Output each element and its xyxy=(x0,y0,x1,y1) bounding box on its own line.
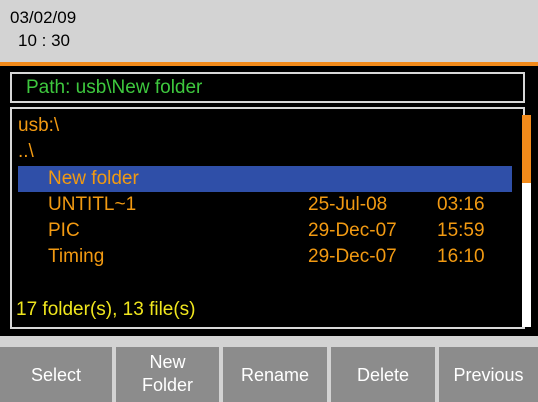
list-item-name: PIC xyxy=(48,220,80,241)
list-item-name: UNTITL~1 xyxy=(48,194,137,215)
list-item-parent-dir[interactable]: ..\ xyxy=(18,139,512,165)
header-date: 03/02/09 xyxy=(10,8,77,27)
folder-file-count: 17 folder(s), 13 file(s) xyxy=(16,299,196,320)
list-item-time: 16:10 xyxy=(437,246,485,267)
rename-button[interactable]: Rename xyxy=(223,347,327,402)
file-list: usb:\ ..\ New folder UNTITL~1 25-Jul-08 … xyxy=(10,107,531,329)
list-item-date: 29-Dec-07 xyxy=(308,220,397,241)
scrollbar-thumb[interactable] xyxy=(522,115,531,183)
list-item-name: ..\ xyxy=(18,141,34,162)
list-item-usb-root[interactable]: usb:\ xyxy=(18,113,512,139)
path-label: Path: usb\New folder xyxy=(26,77,203,98)
select-button-label: Select xyxy=(30,365,82,385)
file-browser-screen: Path: usb\New folder usb:\ ..\ New folde… xyxy=(0,66,538,336)
new-folder-button[interactable]: New Folder xyxy=(116,347,219,402)
new-folder-label-line2: Folder xyxy=(141,375,194,395)
list-item-name: New folder xyxy=(48,168,139,189)
list-item-time: 03:16 xyxy=(437,194,485,215)
delete-button[interactable]: Delete xyxy=(331,347,435,402)
previous-button-label: Previous xyxy=(453,365,524,385)
select-button[interactable]: Select xyxy=(0,347,112,402)
list-item-time: 15:59 xyxy=(437,220,485,241)
list-item-date: 25-Jul-08 xyxy=(308,194,388,215)
list-item-pic[interactable]: PIC 29-Dec-07 15:59 xyxy=(18,218,512,244)
list-item-new-folder[interactable]: New folder xyxy=(18,166,512,192)
new-folder-label-line1: New xyxy=(149,352,186,372)
list-item-name: Timing xyxy=(48,246,105,267)
list-item-date: 29-Dec-07 xyxy=(308,246,397,267)
rename-button-label: Rename xyxy=(240,365,310,385)
status-header: 03/02/09 10 : 30 xyxy=(0,0,538,62)
list-scrollbar[interactable] xyxy=(522,115,531,327)
list-item-timing[interactable]: Timing 29-Dec-07 16:10 xyxy=(18,244,512,270)
header-time: 10 : 30 xyxy=(18,31,70,50)
list-item-untitl[interactable]: UNTITL~1 25-Jul-08 03:16 xyxy=(18,192,512,218)
path-bar: Path: usb\New folder xyxy=(10,72,525,103)
previous-button[interactable]: Previous xyxy=(439,347,538,402)
softkey-bar: Select New Folder Rename Delete Previous xyxy=(0,347,538,402)
delete-button-label: Delete xyxy=(356,365,410,385)
list-item-name: usb:\ xyxy=(18,115,60,136)
